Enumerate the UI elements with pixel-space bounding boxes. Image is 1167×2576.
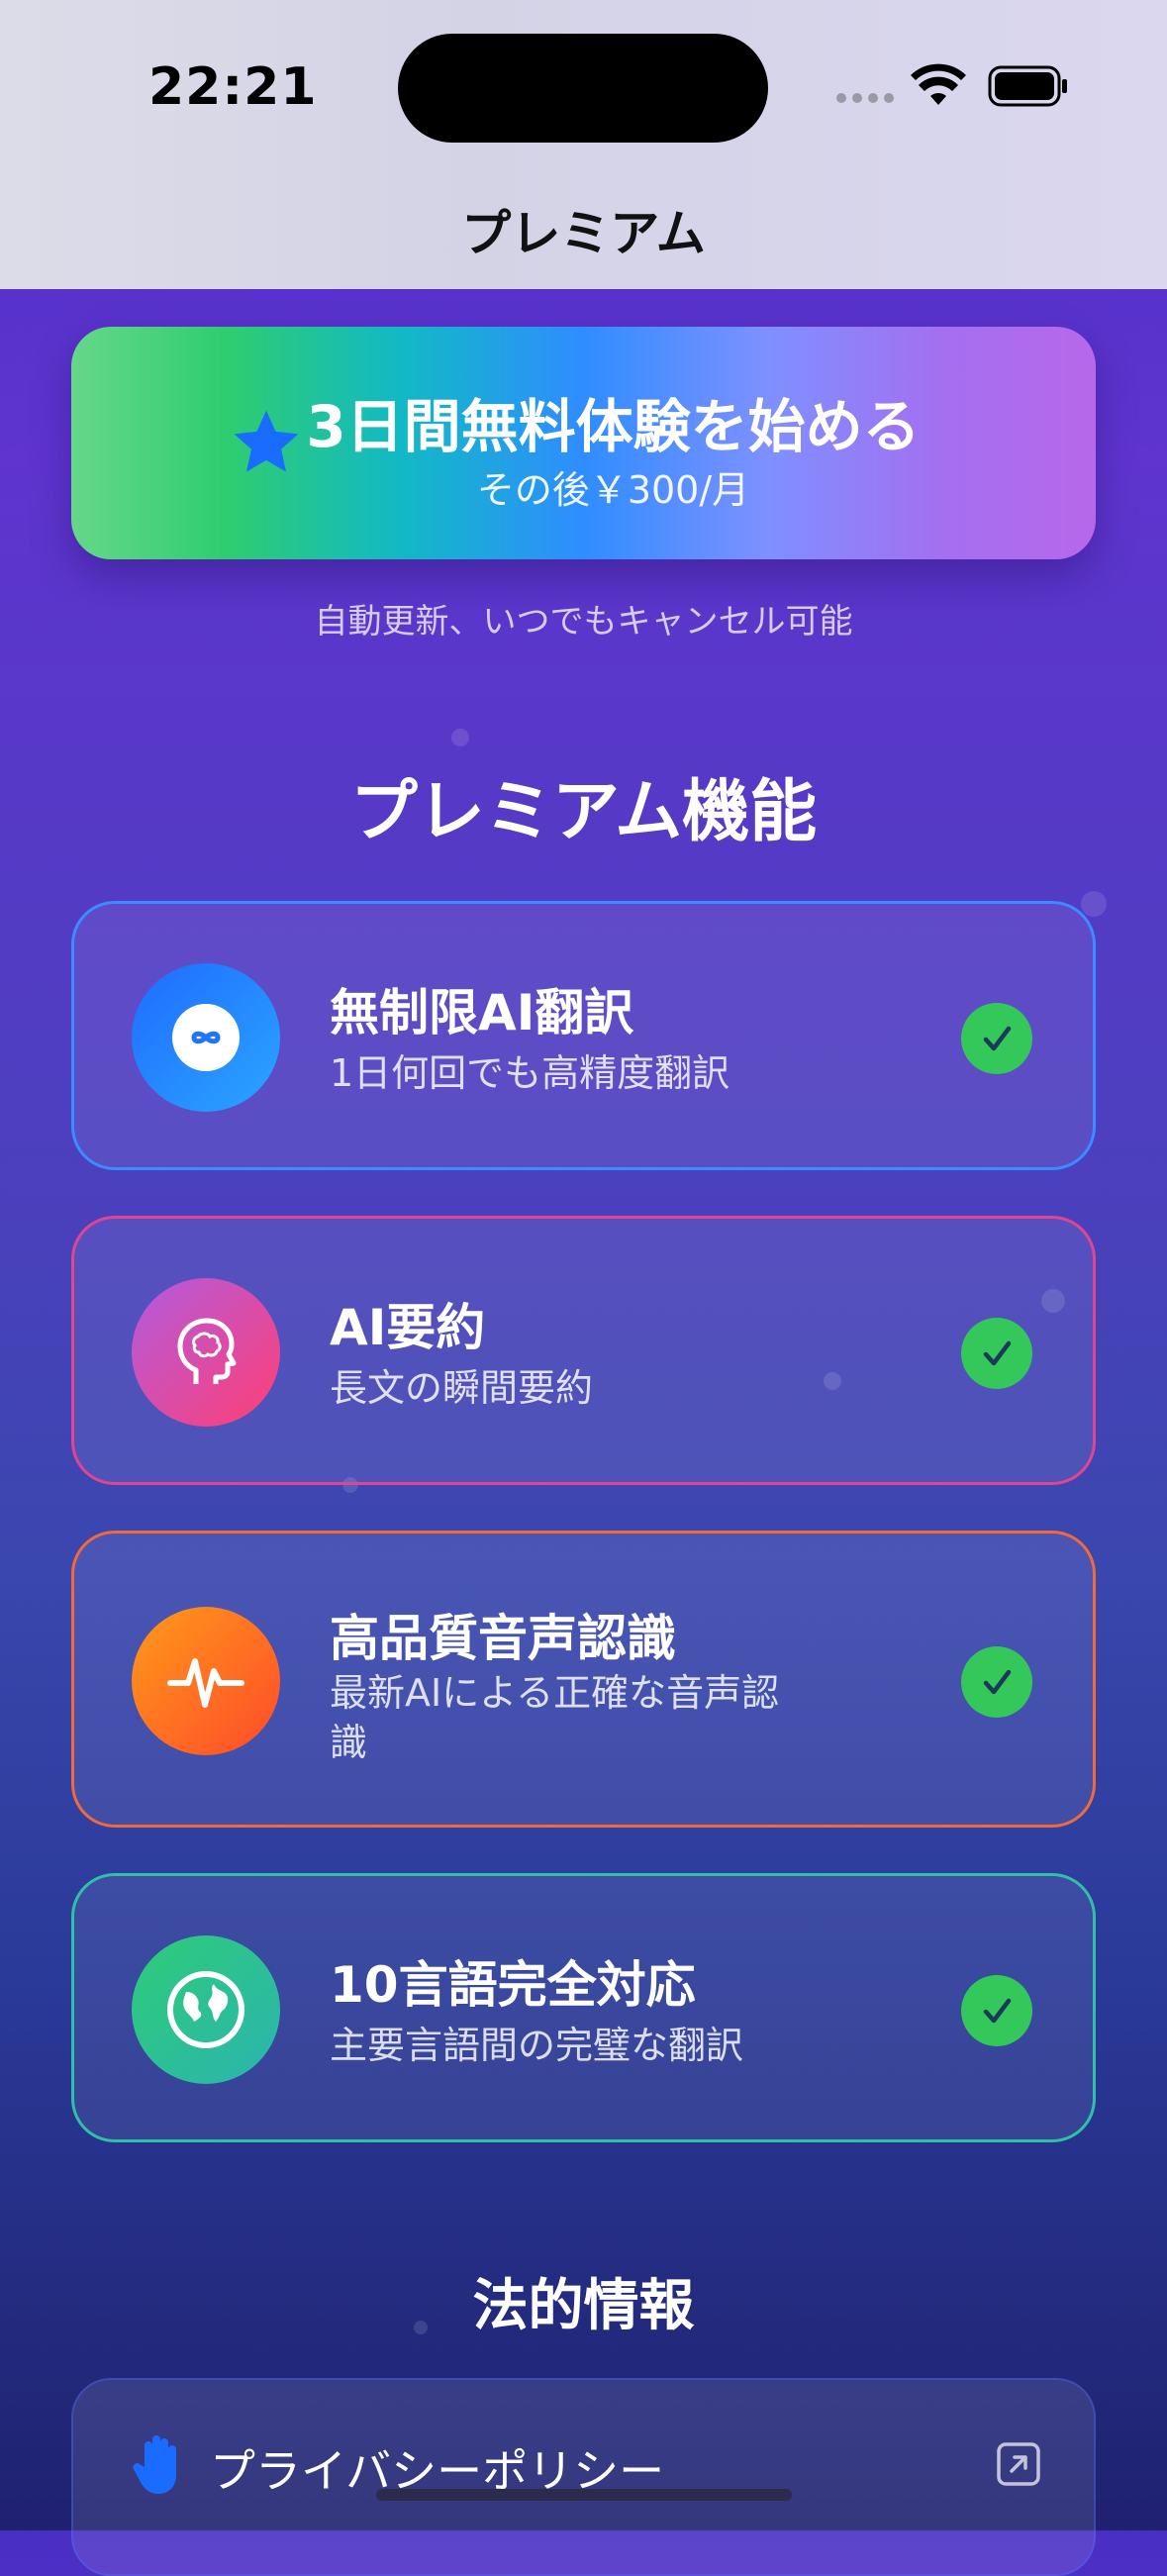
- privacy-policy-link[interactable]: プライバシーポリシー: [71, 2378, 1096, 2576]
- globe-icon: [132, 1935, 280, 2084]
- external-link-icon: [997, 2442, 1040, 2486]
- checkmark-icon: [961, 1318, 1032, 1389]
- feature-desc: 長文の瞬間要約: [330, 1366, 594, 1410]
- feature-title: AI要約: [330, 1299, 486, 1356]
- hand-raised-icon: [133, 2435, 176, 2494]
- home-indicator: [376, 2489, 792, 2501]
- checkmark-icon: [961, 1646, 1032, 1718]
- cta-title: 3日間無料体験を始める: [306, 393, 921, 460]
- infinity-icon: [132, 963, 280, 1112]
- dynamic-island: [398, 34, 768, 143]
- nav-title: プレミアム: [461, 205, 706, 262]
- feature-desc: 主要言語間の完璧な翻訳: [330, 2024, 744, 2067]
- brain-head-icon: [132, 1278, 280, 1427]
- decor-bubble: [1081, 891, 1107, 917]
- decor-bubble: [451, 729, 469, 746]
- feature-card-languages: 10言語完全対応 主要言語間の完璧な翻訳: [71, 1873, 1096, 2142]
- feature-title: 無制限AI翻訳: [330, 984, 634, 1041]
- wifi-icon: [911, 63, 966, 105]
- auto-renew-note: 自動更新、いつでもキャンセル可能: [314, 602, 853, 642]
- feature-title: 10言語完全対応: [330, 1956, 696, 2014]
- start-free-trial-button[interactable]: 3日間無料体験を始める その後￥300/月: [71, 327, 1096, 559]
- feature-card-unlimited-translation: 無制限AI翻訳 1日何回でも高精度翻訳: [71, 901, 1096, 1170]
- checkmark-icon: [961, 1975, 1032, 2046]
- feature-card-voice-recognition: 高品質音声認識 最新AIによる正確な音声認識: [71, 1531, 1096, 1828]
- waveform-icon: [132, 1607, 280, 1755]
- status-time: 22:21: [148, 57, 318, 117]
- features-section-title: プレミアム機能: [349, 773, 818, 851]
- battery-icon: [988, 65, 1067, 107]
- cellular-signal-icon: [836, 93, 894, 103]
- checkmark-icon: [961, 1003, 1032, 1074]
- legal-section-title: 法的情報: [472, 2274, 695, 2338]
- feature-desc: 最新AIによる正確な音声認識: [330, 1671, 780, 1764]
- status-bar: 22:21 プレミアム: [0, 0, 1167, 289]
- cta-price: その後￥300/月: [476, 468, 750, 512]
- feature-desc: 1日何回でも高精度翻訳: [330, 1051, 730, 1095]
- feature-card-ai-summary: AI要約 長文の瞬間要約: [71, 1216, 1096, 1485]
- feature-title: 高品質音声認識: [330, 1610, 676, 1667]
